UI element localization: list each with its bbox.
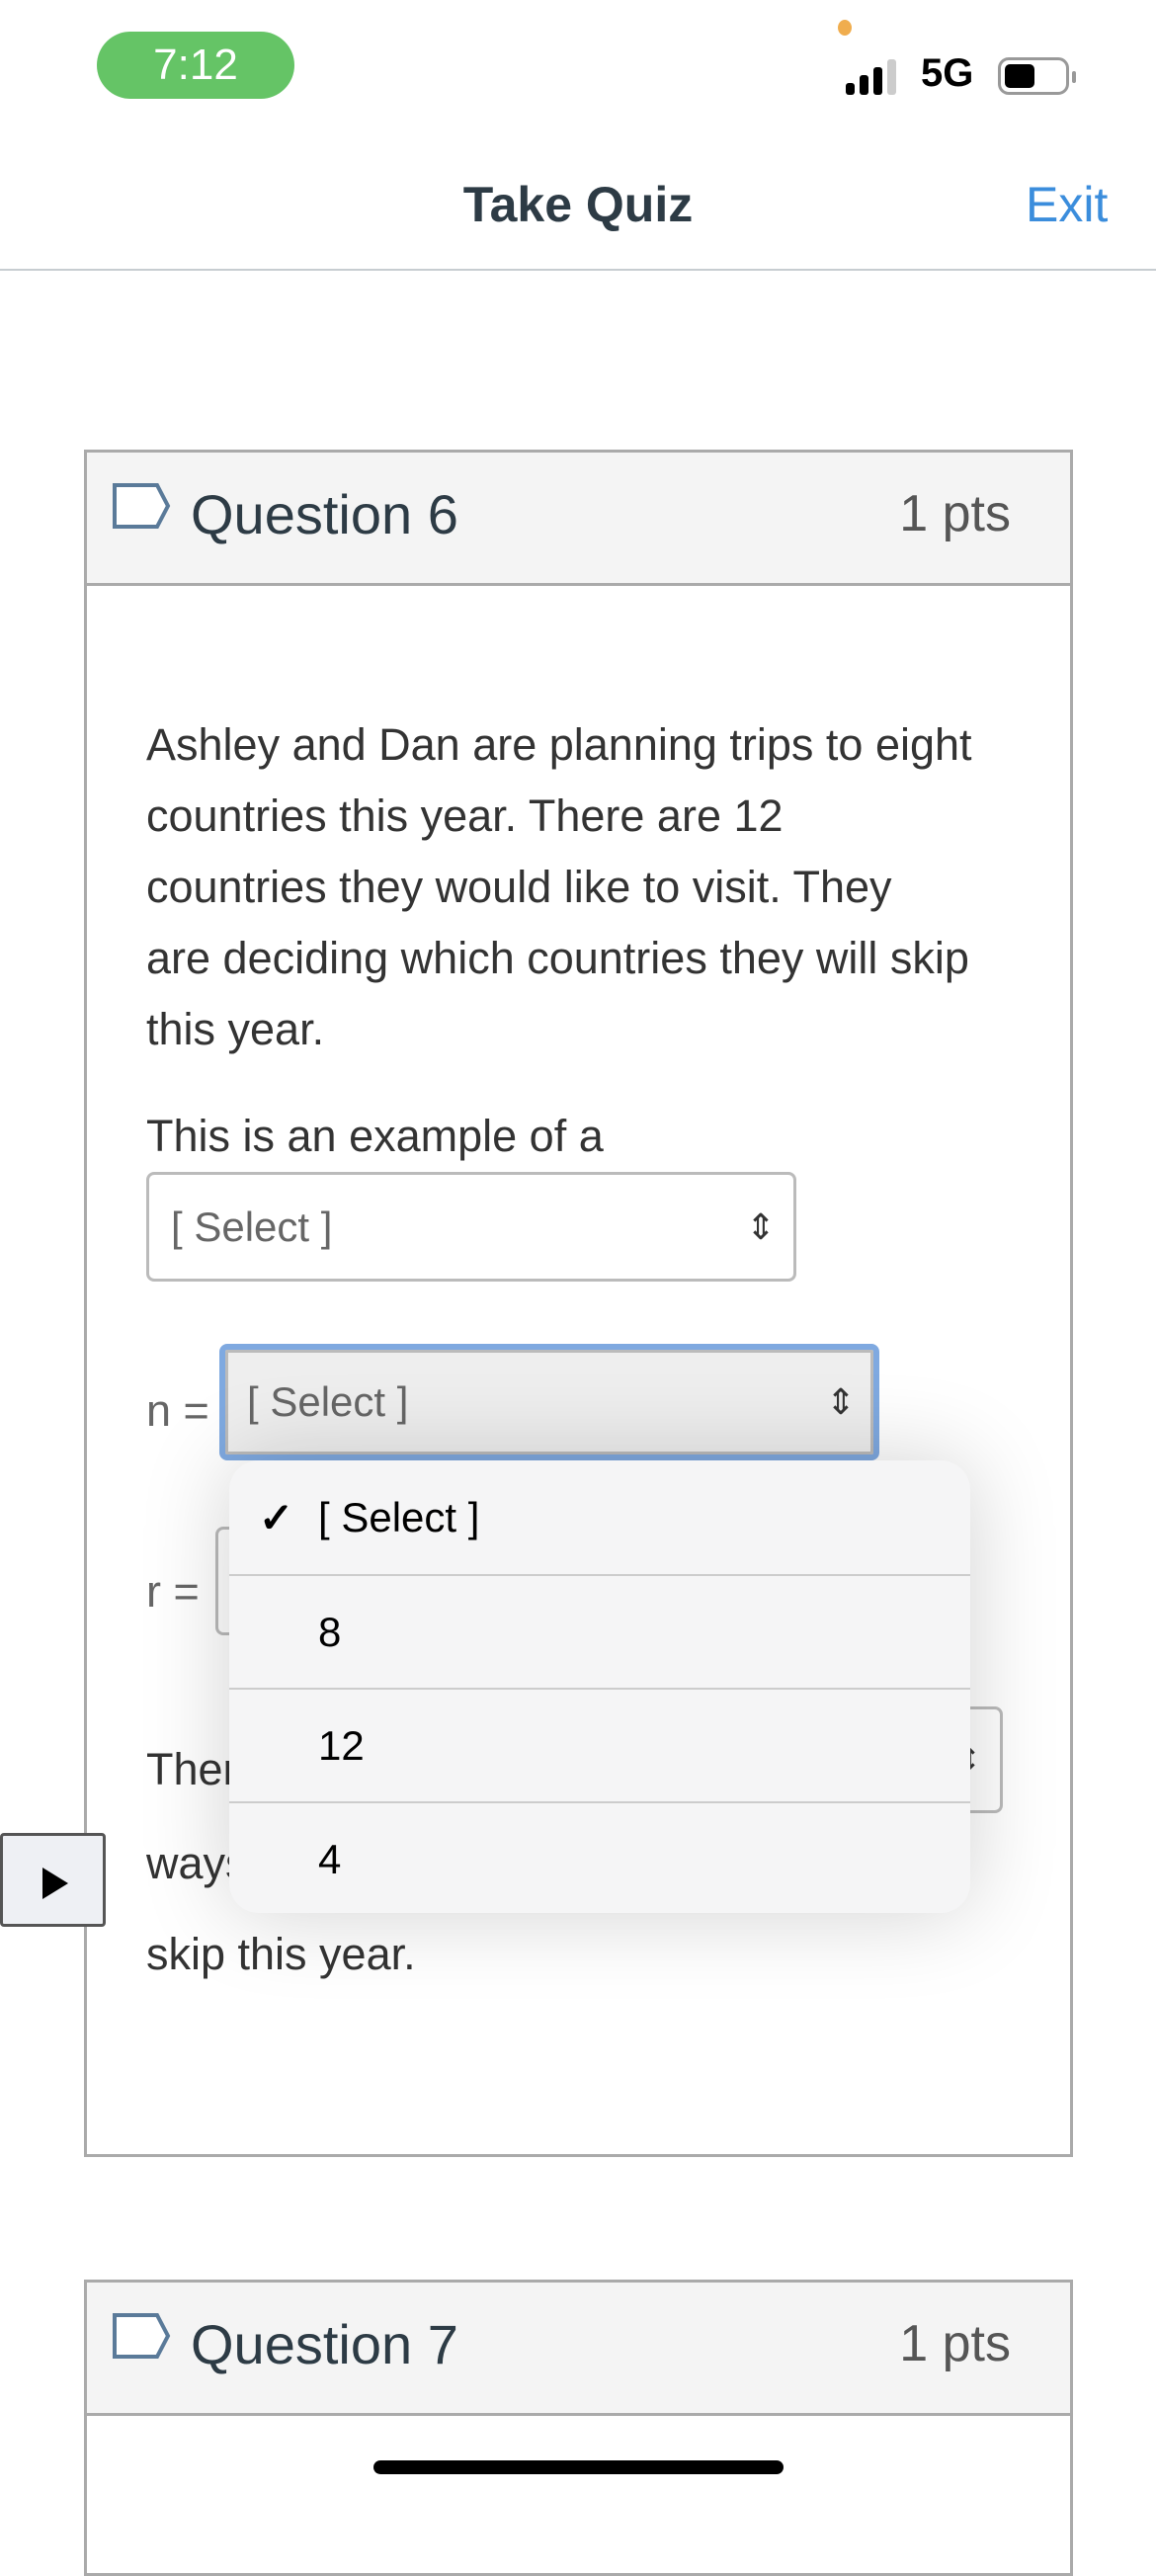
home-indicator[interactable] <box>373 2460 784 2474</box>
prompt-text: This is an example of a <box>146 1111 604 1161</box>
question-header: Question 7 1 pts <box>87 2283 1070 2416</box>
n-label: n = <box>146 1385 209 1436</box>
question-header: Question 6 1 pts <box>87 453 1070 586</box>
question-points: 1 pts <box>899 485 1011 542</box>
dropdown-option[interactable]: ✓ [ Select ] <box>229 1460 970 1574</box>
text-line: countries they would like to visit. They <box>146 862 892 912</box>
checkmark-icon: ✓ <box>259 1494 294 1540</box>
type-select-value: [ Select ] <box>171 1203 333 1250</box>
r-label: r = <box>146 1566 200 1617</box>
play-icon <box>42 1868 68 1899</box>
flag-question-icon[interactable] <box>112 2312 171 2360</box>
option-label: 4 <box>318 1835 342 1882</box>
option-label: 12 <box>318 1721 365 1769</box>
exit-button[interactable]: Exit <box>1026 176 1108 233</box>
question-points: 1 pts <box>899 2315 1011 2372</box>
n-dropdown-menu: ✓ [ Select ] 8 12 4 <box>229 1460 970 1913</box>
dropdown-option[interactable]: 8 <box>229 1574 970 1688</box>
text-line: are deciding which countries they will s… <box>146 933 969 983</box>
question-7-card: Question 7 1 pts <box>84 2280 1073 2576</box>
signal-icon <box>846 59 905 95</box>
skip-text: skip this year. <box>146 1929 416 1979</box>
header-divider <box>0 269 1156 271</box>
flag-question-icon[interactable] <box>112 482 171 530</box>
question-text: Ashley and Dan are planning trips to eig… <box>146 709 972 1065</box>
network-type: 5G <box>921 51 974 95</box>
question-title: Question 6 <box>191 483 458 545</box>
battery-icon <box>998 57 1076 95</box>
type-select[interactable]: [ Select ] ⇕ <box>146 1172 796 1282</box>
option-label: 8 <box>318 1608 342 1655</box>
text-line: Ashley and Dan are planning trips to eig… <box>146 719 972 770</box>
option-label: [ Select ] <box>318 1493 480 1540</box>
text-line: this year. <box>146 1004 325 1054</box>
text-line: countries this year. There are 12 <box>146 790 784 841</box>
status-time: 7:12 <box>97 32 294 99</box>
page-title: Take Quiz <box>462 177 694 232</box>
play-button[interactable] <box>0 1833 106 1927</box>
dropdown-option[interactable]: 12 <box>229 1688 970 1801</box>
chevron-up-down-icon: ⇕ <box>745 1205 776 1247</box>
dropdown-option[interactable]: 4 <box>229 1801 970 1913</box>
chevron-up-down-icon: ⇕ <box>825 1381 856 1422</box>
question-title: Question 7 <box>191 2313 458 2375</box>
n-select-value: [ Select ] <box>247 1378 409 1425</box>
n-select[interactable]: [ Select ] ⇕ <box>219 1344 879 1460</box>
privacy-indicator-dot <box>838 20 852 36</box>
